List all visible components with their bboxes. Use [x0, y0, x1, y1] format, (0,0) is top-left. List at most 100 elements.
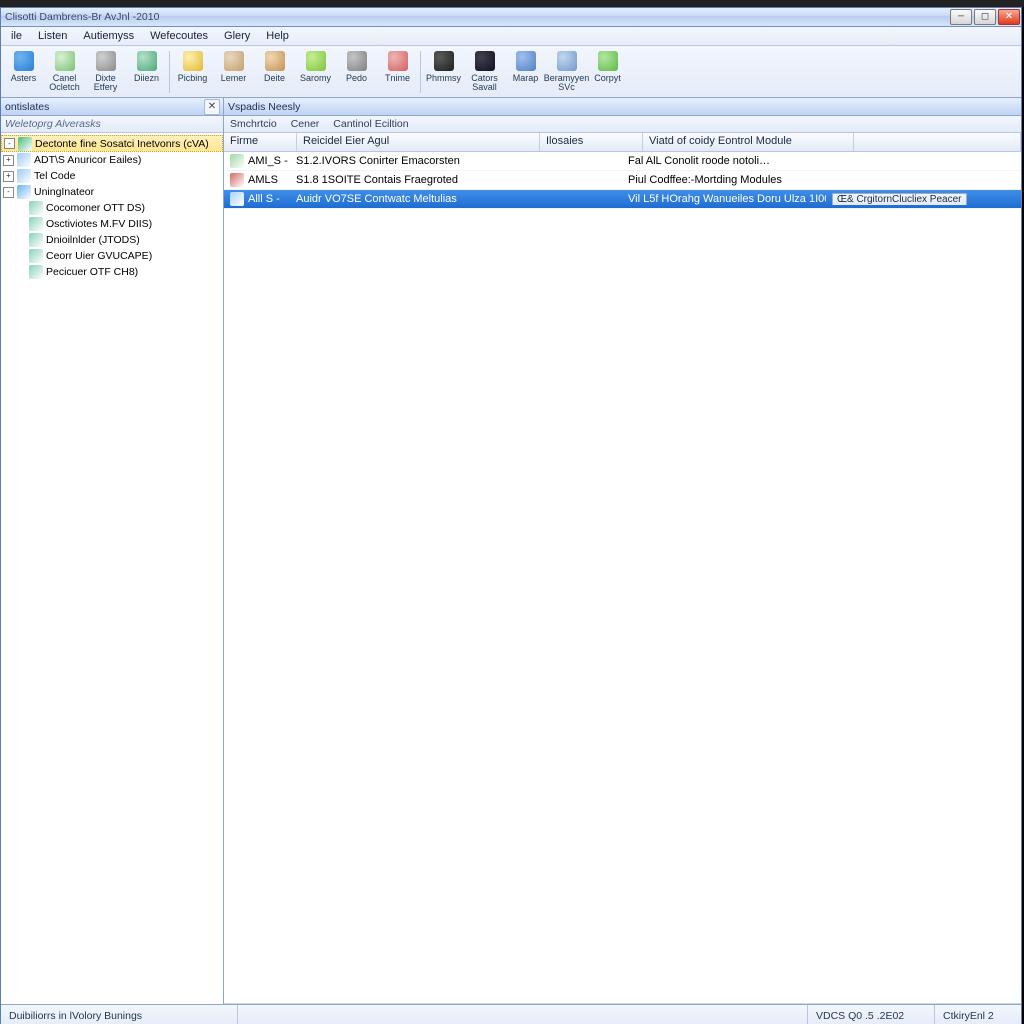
cell-name: Alll S -: [248, 193, 280, 205]
toolbar-icon: [224, 51, 244, 71]
collapse-icon[interactable]: -: [3, 187, 14, 198]
row-icon: [230, 192, 244, 206]
tree-spacer: [17, 252, 26, 261]
column-header[interactable]: Ilosaies: [540, 133, 643, 151]
toolbar-label: Canel Ocletch: [45, 74, 84, 92]
title-bar[interactable]: Clisotti Dambrens-Br AvJnl -2010 ─ ◻ ✕: [1, 8, 1021, 27]
menu-item[interactable]: Help: [258, 30, 297, 42]
toolbar-icon: [14, 51, 34, 71]
toolbar-separator: [169, 51, 170, 93]
tree-item[interactable]: + ADT\S Anuricor Eailes): [1, 152, 223, 168]
toolbar-button[interactable]: Dixte Etfery: [85, 47, 126, 97]
table-row[interactable]: AMI_S -S1.2.IVORS Conirter EmacorstenFal…: [224, 152, 1021, 171]
left-panel: ontislates ✕ Weletoprg Alverasks - Decton…: [1, 98, 224, 1004]
maximize-button[interactable]: ◻: [974, 9, 996, 25]
tree-item[interactable]: + Tel Code: [1, 168, 223, 184]
status-mid: VDCS Q0 .5 .2E02: [808, 1005, 935, 1024]
tree-node-icon: [29, 249, 43, 263]
column-header[interactable]: Reicidel Eier Agul: [297, 133, 540, 151]
expand-icon[interactable]: +: [3, 155, 14, 166]
tree-item[interactable]: - UningInateor: [1, 184, 223, 200]
tree-item[interactable]: - Dectonte fine Sosatci Inetvonrs (cVA): [1, 135, 223, 152]
panel-close-icon[interactable]: ✕: [204, 99, 220, 115]
toolbar-icon: [306, 51, 326, 71]
tree-spacer: [17, 220, 26, 229]
toolbar-label: Picbing: [178, 74, 208, 83]
left-panel-header: ontislates ✕: [1, 98, 223, 116]
status-right: CtkiryEnl 2: [935, 1005, 1021, 1024]
app-window: Clisotti Dambrens-Br AvJnl -2010 ─ ◻ ✕ i…: [0, 7, 1022, 1024]
table-row[interactable]: AMLSS1.8 1SOITE Contais FraegrotedPiul C…: [224, 171, 1021, 190]
status-spacer: [238, 1005, 808, 1024]
cell-viatd: Vil L5f HOrahg Wanueiles Doru Ulza 1I00l…: [622, 193, 826, 205]
table-row[interactable]: Alll S -Auidr VO7SE Contwatc MeltuliasVi…: [224, 190, 1021, 209]
minimize-button[interactable]: ─: [950, 9, 972, 25]
tree-item[interactable]: Dnioilnlder (JTODS): [1, 232, 223, 248]
tree-item[interactable]: Ceorr Uier GVUCAPE): [1, 248, 223, 264]
tree-item[interactable]: Cocomoner OTT DS): [1, 200, 223, 216]
subtoolbar-item[interactable]: Cantinol Eciltion: [333, 118, 408, 130]
toolbar-button[interactable]: Marap: [505, 47, 546, 97]
menu-item[interactable]: Autiemyss: [75, 30, 142, 42]
toolbar-icon: [434, 51, 454, 71]
toolbar-button[interactable]: Canel Ocletch: [44, 47, 85, 97]
tree-spacer: [17, 236, 26, 245]
toolbar-button[interactable]: Diiezn: [126, 47, 167, 97]
right-subtoolbar: Smchrtcio Cener Cantinol Eciltion: [224, 116, 1021, 133]
toolbar-button[interactable]: Lemer: [213, 47, 254, 97]
status-bar: Duibiliorrs in lVolory Bunings VDCS Q0 .…: [1, 1004, 1021, 1024]
column-header[interactable]: Firme: [224, 133, 297, 151]
toolbar-icon: [55, 51, 75, 71]
toolbar-button[interactable]: Pedo: [336, 47, 377, 97]
toolbar-label: Beramyyen SVc: [544, 74, 590, 92]
cell-extra: Œ& CrgitornClucliex Peacer: [826, 193, 1021, 205]
menu-item[interactable]: Glery: [216, 30, 258, 42]
toolbar-button[interactable]: Picbing: [172, 47, 213, 97]
expand-icon[interactable]: +: [3, 171, 14, 182]
tree-item[interactable]: Pecicuer OTF CH8): [1, 264, 223, 280]
tree-node-icon: [18, 137, 32, 151]
toolbar-label: Dixte Etfery: [86, 74, 125, 92]
toolbar-button[interactable]: Saromy: [295, 47, 336, 97]
toolbar-icon: [516, 51, 536, 71]
tree-item[interactable]: Osctiviotes M.FV DIIS): [1, 216, 223, 232]
collapse-icon[interactable]: -: [4, 138, 15, 149]
tree-node-label: ADT\S Anuricor Eailes): [34, 154, 141, 166]
menu-item[interactable]: Wefecoutes: [142, 30, 216, 42]
cell-viatd: Piul Codffee:-Mortding Modules: [622, 174, 826, 186]
toolbar-separator: [420, 51, 421, 93]
tree-view: - Dectonte fine Sosatci Inetvonrs (cVA) + A…: [1, 133, 223, 1004]
tree-node-icon: [29, 217, 43, 231]
tree-spacer: [17, 268, 26, 277]
menu-item[interactable]: ile: [3, 30, 30, 42]
toolbar-icon: [347, 51, 367, 71]
cell-desc: S1.2.IVORS Conirter Emacorsten: [290, 155, 526, 167]
left-panel-tab[interactable]: Weletoprg Alverasks: [1, 116, 223, 133]
tree-node-label: Tel Code: [34, 170, 75, 182]
close-button[interactable]: ✕: [998, 9, 1020, 25]
row-action-button[interactable]: Œ& CrgitornClucliex Peacer: [832, 193, 967, 205]
toolbar-label: Diiezn: [134, 74, 159, 83]
menu-item[interactable]: Listen: [30, 30, 75, 42]
toolbar-button[interactable]: Corpyt: [587, 47, 628, 97]
column-header[interactable]: [854, 133, 1021, 151]
row-icon: [230, 173, 244, 187]
tree-node-label: Osctiviotes M.FV DIIS): [46, 218, 152, 230]
toolbar-label: Phmmsy: [426, 74, 461, 83]
toolbar-button[interactable]: Phmmsy: [423, 47, 464, 97]
tree-node-label: Dectonte fine Sosatci Inetvonrs (cVA): [35, 138, 209, 150]
subtoolbar-item[interactable]: Cener: [291, 118, 320, 130]
toolbar-icon: [183, 51, 203, 71]
toolbar: AstersCanel OcletchDixte Etfery Diiezn Pic…: [1, 46, 1021, 98]
tree-node-label: UningInateor: [34, 186, 94, 198]
column-header[interactable]: Viatd of coidy Eontrol Module: [643, 133, 854, 151]
toolbar-button[interactable]: Deite: [254, 47, 295, 97]
toolbar-button[interactable]: Tnime: [377, 47, 418, 97]
toolbar-button[interactable]: Beramyyen SVc: [546, 47, 587, 97]
subtoolbar-item[interactable]: Smchrtcio: [230, 118, 277, 130]
toolbar-button[interactable]: Asters: [3, 47, 44, 97]
toolbar-button[interactable]: Cators Savall: [464, 47, 505, 97]
toolbar-label: Cators Savall: [465, 74, 504, 92]
tree-node-icon: [29, 233, 43, 247]
tree-node-label: Ceorr Uier GVUCAPE): [46, 250, 152, 262]
